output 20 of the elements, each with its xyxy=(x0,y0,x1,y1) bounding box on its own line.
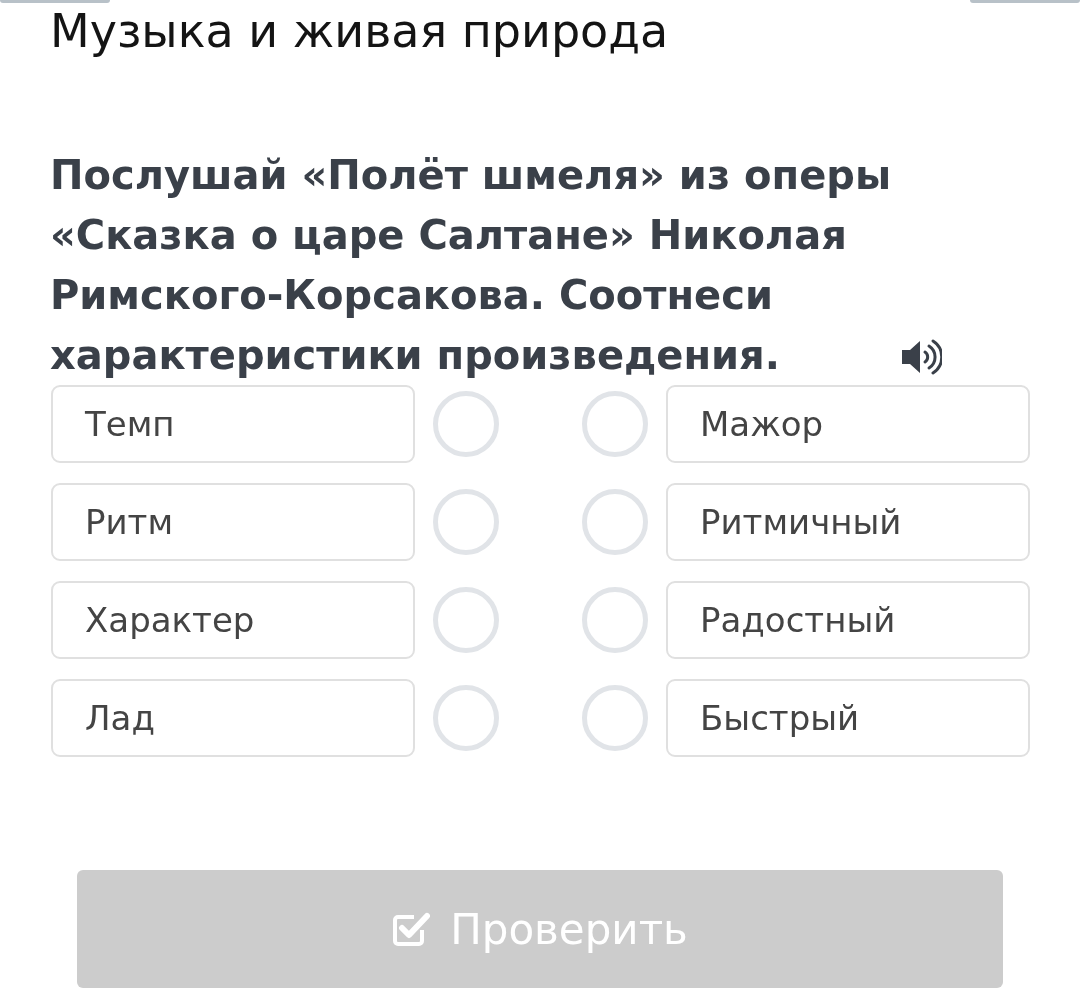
match-item[interactable]: Быстрый xyxy=(666,679,1030,757)
match-item[interactable]: Радостный xyxy=(666,581,1030,659)
connector-circle-icon[interactable] xyxy=(582,489,648,555)
connector-circle-icon[interactable] xyxy=(582,391,648,457)
speaker-icon[interactable] xyxy=(900,339,942,375)
connector-circle-icon[interactable] xyxy=(433,587,499,653)
connector-circle-icon[interactable] xyxy=(433,489,499,555)
connector-circle-icon[interactable] xyxy=(582,587,648,653)
match-item[interactable]: Лад xyxy=(51,679,415,757)
checkbox-tick-icon xyxy=(392,910,431,948)
match-item[interactable]: Ритмичный xyxy=(666,483,1030,561)
match-item[interactable]: Ритм xyxy=(51,483,415,561)
question-text: Послушай «Полёт шмеля» из оперы «Сказка о царе Салтане» Николая Римского-Корсакова. Соотнеси характеристики произведения. xyxy=(50,151,893,380)
lesson-title: Музыка и живая природа xyxy=(50,4,669,58)
connector-circle-icon[interactable] xyxy=(582,685,648,751)
connector-circle-icon[interactable] xyxy=(433,685,499,751)
match-item[interactable]: Темп xyxy=(51,385,415,463)
match-item[interactable]: Характер xyxy=(51,581,415,659)
match-item[interactable]: Мажор xyxy=(666,385,1030,463)
connector-circle-icon[interactable] xyxy=(433,391,499,457)
